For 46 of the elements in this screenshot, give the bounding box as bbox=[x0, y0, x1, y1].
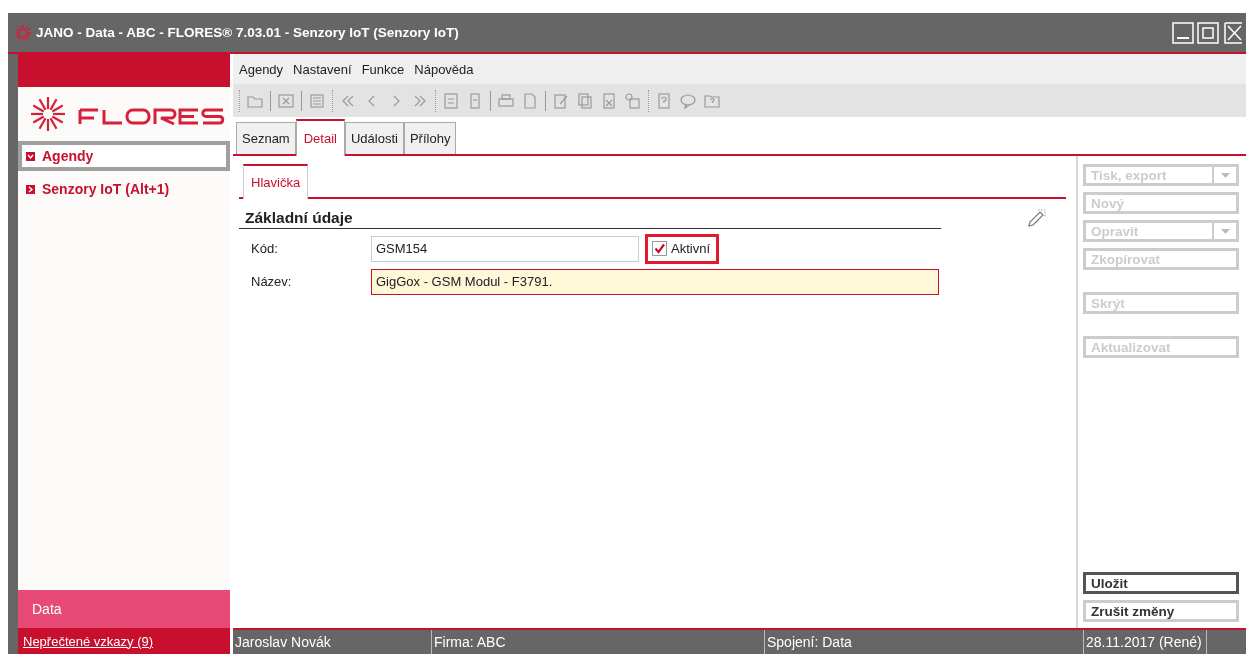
sidebar-item[interactable]: Senzory IoT (Alt+1) bbox=[18, 175, 230, 203]
expanded-icon bbox=[26, 151, 35, 161]
sidebar-footer-label: Data bbox=[32, 601, 62, 617]
close-icon[interactable] bbox=[1222, 21, 1244, 44]
input-field[interactable]: GSM154 bbox=[371, 235, 639, 262]
field-label: Název: bbox=[251, 274, 293, 289]
action-button[interactable]: Zrušit změny bbox=[1083, 600, 1239, 622]
delete-icon[interactable] bbox=[277, 91, 295, 110]
list-icon[interactable] bbox=[308, 91, 326, 110]
document-icon[interactable] bbox=[442, 91, 460, 110]
tab[interactable]: Seznam bbox=[236, 122, 296, 154]
move-icon[interactable] bbox=[624, 91, 642, 110]
print-icon[interactable] bbox=[497, 91, 515, 110]
action-button[interactable]: Uložit bbox=[1083, 572, 1239, 594]
app-icon bbox=[14, 23, 32, 42]
menu-item[interactable]: Nápověda bbox=[414, 61, 474, 77]
window-title: JANO - Data - ABC - FLORES® 7.03.01 - Senzory IoT (Senzory IoT) bbox=[36, 25, 460, 40]
checkmark-icon bbox=[654, 243, 665, 254]
delete-document-icon[interactable] bbox=[600, 91, 618, 110]
checkbox-control[interactable]: Aktivní bbox=[645, 233, 719, 264]
tab[interactable]: Přílohy bbox=[403, 122, 457, 154]
caret-icon bbox=[1220, 172, 1230, 178]
menu-item[interactable]: Agendy bbox=[239, 61, 284, 77]
copy-icon[interactable] bbox=[576, 91, 594, 110]
page-icon[interactable] bbox=[521, 91, 539, 110]
tab[interactable]: Události bbox=[344, 122, 404, 154]
field-label: Kód: bbox=[251, 241, 279, 256]
help-icon[interactable] bbox=[655, 91, 673, 110]
pencil-icon[interactable] bbox=[1026, 209, 1046, 229]
sidebar-item[interactable]: Agendy bbox=[18, 141, 230, 171]
tab[interactable]: Hlavička bbox=[243, 164, 309, 199]
section-title: Základní údaje bbox=[239, 209, 941, 229]
comment-icon[interactable] bbox=[679, 91, 697, 110]
maximize-icon[interactable] bbox=[1197, 21, 1219, 44]
input-field[interactable]: GigGox - GSM Modul - F3791. bbox=[371, 268, 939, 295]
status-text: Jaroslav Novák bbox=[233, 630, 432, 654]
tab[interactable]: Detail bbox=[295, 119, 345, 156]
menu-item[interactable]: Nastavení bbox=[293, 61, 352, 77]
status-text: 28.11.2017 (René) bbox=[1084, 630, 1207, 654]
menu-item[interactable]: Funkce bbox=[361, 61, 405, 77]
edit-icon[interactable] bbox=[552, 91, 570, 110]
collapsed-icon bbox=[26, 184, 35, 194]
status-text: Spojení: Data bbox=[765, 630, 1084, 654]
minimize-icon[interactable] bbox=[1172, 21, 1194, 44]
caret-icon bbox=[1220, 228, 1230, 234]
status-text: Firma: ABC bbox=[432, 630, 765, 654]
